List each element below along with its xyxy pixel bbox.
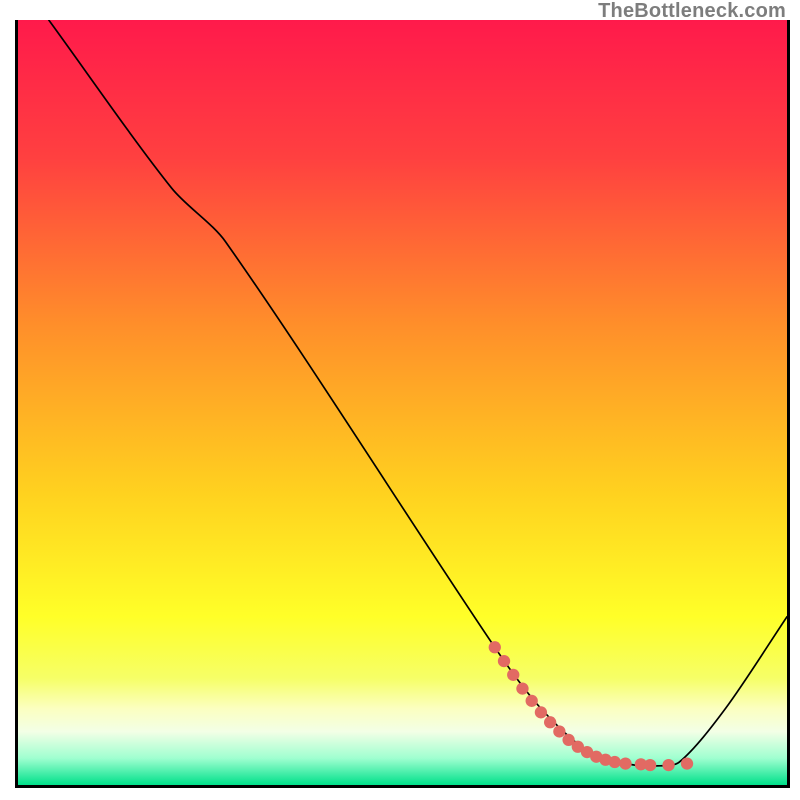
highlight-dots-group xyxy=(489,641,694,771)
highlight-dot xyxy=(662,759,674,771)
bottleneck-curve xyxy=(49,20,787,766)
highlight-dot xyxy=(516,682,528,694)
highlight-dot xyxy=(544,716,556,728)
highlight-dot xyxy=(489,641,501,653)
highlight-dot xyxy=(619,757,631,769)
highlight-dot xyxy=(535,706,547,718)
highlight-dot xyxy=(553,725,565,737)
highlight-dot xyxy=(526,695,538,707)
chart-svg xyxy=(18,20,787,785)
chart-frame: TheBottleneck.com xyxy=(0,0,800,800)
plot-area xyxy=(18,20,787,785)
highlight-dot xyxy=(644,759,656,771)
highlight-dot xyxy=(609,756,621,768)
highlight-dot xyxy=(507,669,519,681)
highlight-dot xyxy=(681,757,693,769)
highlight-dot xyxy=(498,655,510,667)
